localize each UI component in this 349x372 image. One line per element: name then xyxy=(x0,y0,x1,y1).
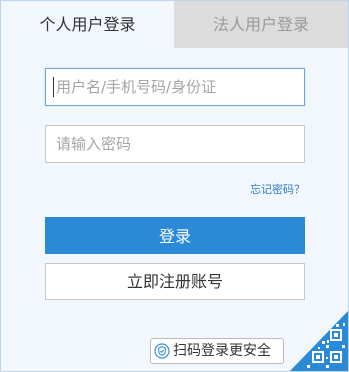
tab-personal-login[interactable]: 个人用户登录 xyxy=(1,1,174,48)
qr-login-label: 扫码登录更安全 xyxy=(173,343,271,359)
register-button[interactable]: 立即注册账号 xyxy=(45,263,305,300)
username-input[interactable] xyxy=(45,68,305,106)
tab-corporate-login[interactable]: 法人用户登录 xyxy=(174,1,348,48)
password-input[interactable] xyxy=(45,125,305,163)
qr-code-icon[interactable] xyxy=(290,311,348,371)
login-panel: 个人用户登录 法人用户登录 忘记密码？ 登录 立即注册账号 扫码登录更安全 xyxy=(0,0,349,372)
text-cursor xyxy=(53,77,54,97)
login-tabs: 个人用户登录 法人用户登录 xyxy=(1,1,348,48)
qr-login-button[interactable]: 扫码登录更安全 xyxy=(150,338,284,364)
login-button[interactable]: 登录 xyxy=(45,217,305,254)
forgot-password-link[interactable]: 忘记密码？ xyxy=(201,181,305,197)
shield-icon xyxy=(154,343,170,359)
